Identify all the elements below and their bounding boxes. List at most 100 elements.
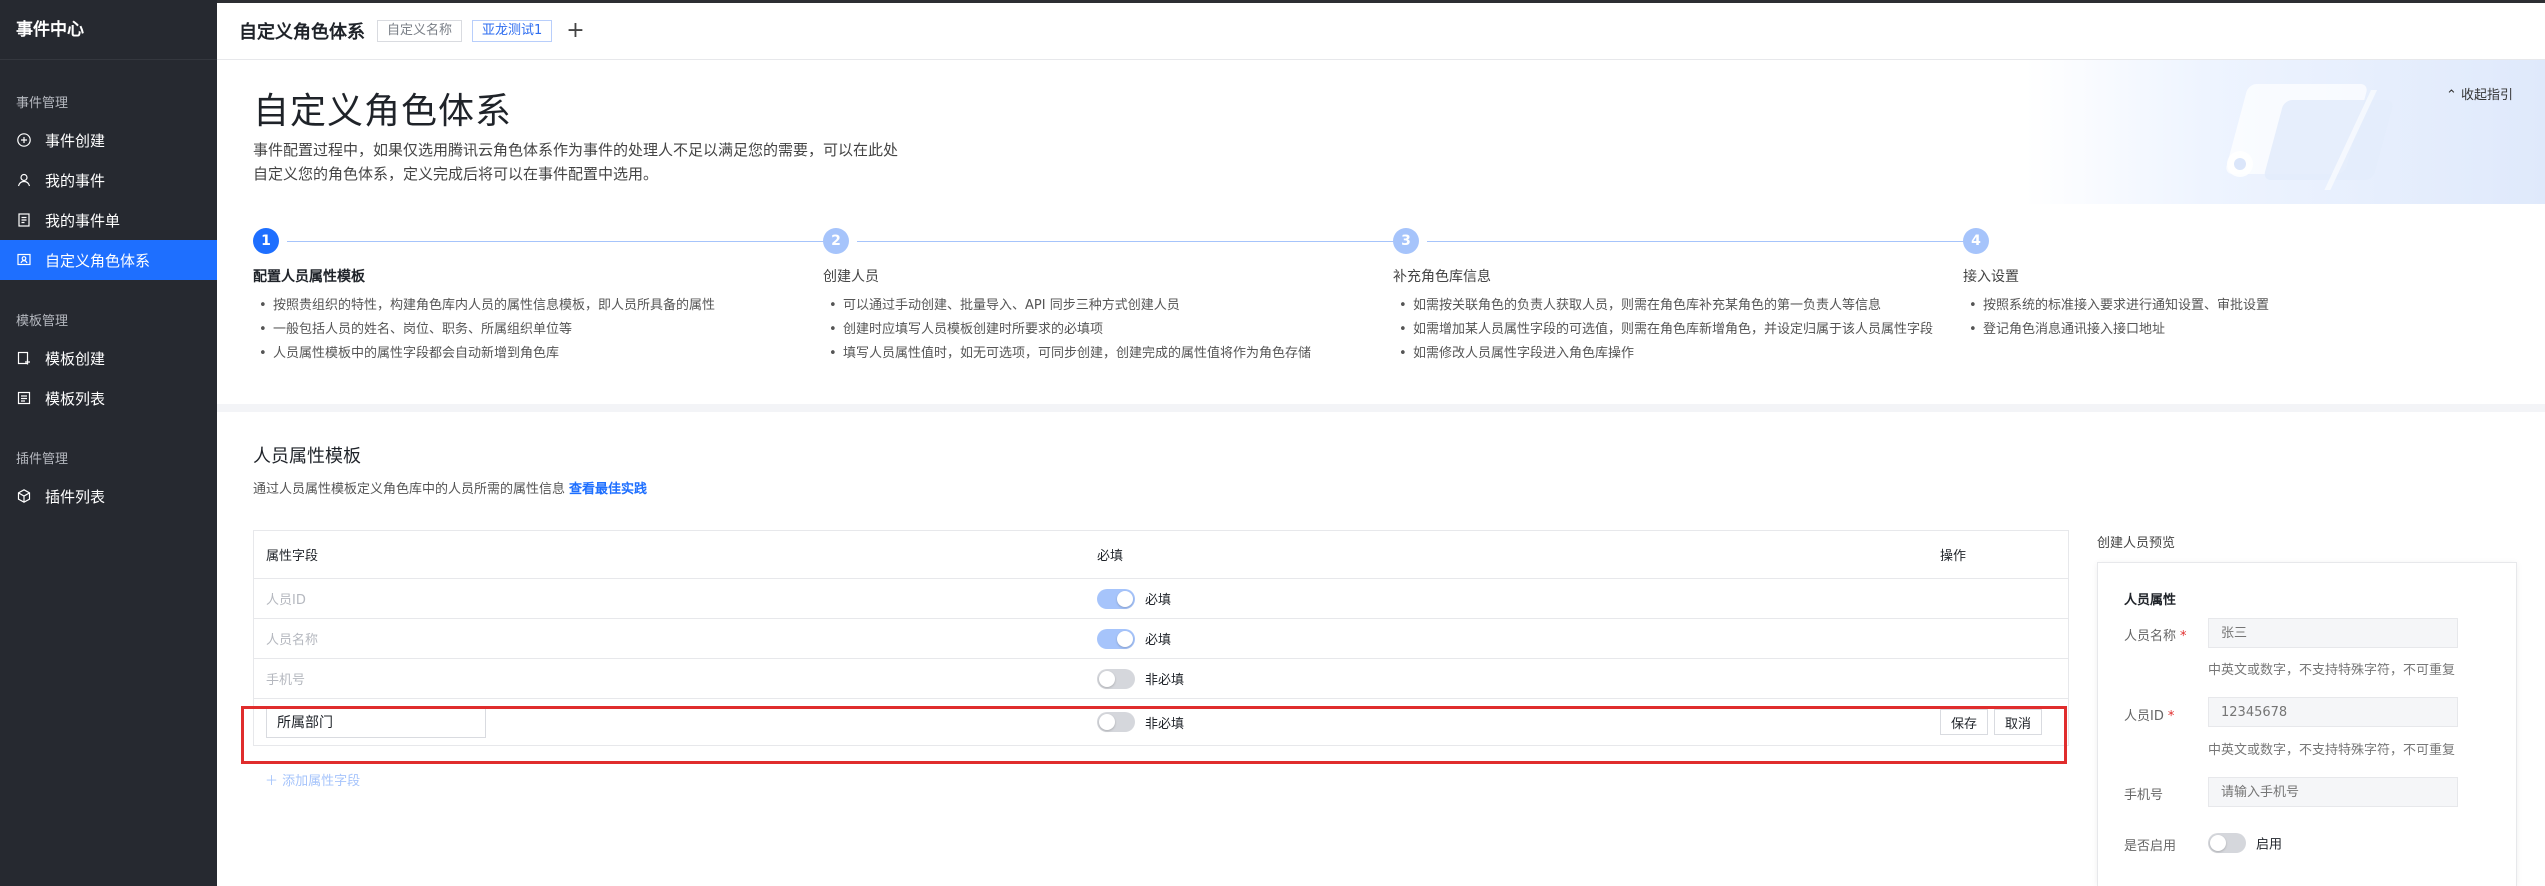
template-list-icon [16, 390, 32, 406]
required-text: 非必填 [1145, 673, 1185, 688]
create-person-preview: 人员属性 人员名称* 中英文或数字，不支持特殊字符，不可重复 人员ID* 中英文… [2097, 562, 2517, 886]
sidebar-item-my-events[interactable]: 我的事件 [0, 160, 217, 200]
add-field-label: 添加属性字段 [282, 774, 361, 789]
sidebar-group-plugin: 插件管理 [16, 452, 69, 467]
step-connector [1427, 241, 1967, 242]
field-name: 人员ID [266, 593, 306, 608]
header-action: 操作 [1940, 549, 1967, 564]
collapse-guide-button[interactable]: ⌃ 收起指引 [2446, 84, 2513, 103]
plugin-icon [16, 488, 32, 504]
step-point: 如需按关联角色的负责人获取人员，则需在角色库补充某角色的第一负责人等信息 [1393, 294, 1953, 318]
sidebar-item-label: 自定义角色体系 [45, 251, 151, 270]
preview-field-label: 人员ID * [2124, 709, 2175, 724]
sidebar-item-label: 模板列表 [45, 389, 106, 408]
topbar: 自定义角色体系 自定义名称 亚龙测试1 + [217, 0, 2545, 60]
page-title: 自定义角色体系 [239, 22, 365, 43]
chevron-up-icon: ⌃ [2445, 88, 2457, 103]
sidebar-item-label: 事件创建 [45, 131, 106, 150]
sidebar-item-event-create[interactable]: 事件创建 [0, 120, 217, 160]
hero-description: 事件配置过程中，如果仅选用腾讯云角色体系作为事件的处理人不足以满足您的需要，可以… [253, 141, 899, 183]
enabled-toggle-label: 启用 [2256, 837, 2283, 853]
step-point: 按照系统的标准接入要求进行通知设置、审批设置 [1963, 294, 2523, 318]
preview-id-input[interactable] [2208, 697, 2458, 727]
preview-name-input[interactable] [2208, 618, 2458, 648]
sidebar-item-custom-role-system[interactable]: 自定义角色体系 [0, 240, 217, 280]
sidebar-group-template: 模板管理 [16, 314, 69, 329]
required-text: 必填 [1145, 633, 1172, 648]
step-number: 2 [823, 228, 849, 254]
header-field: 属性字段 [266, 549, 319, 564]
sidebar-item-my-tickets[interactable]: 我的事件单 [0, 200, 217, 240]
step-connector [287, 241, 827, 242]
step-connector [857, 241, 1397, 242]
header-required: 必填 [1097, 549, 1124, 564]
add-tab-icon[interactable]: + [566, 20, 584, 42]
template-add-icon [16, 350, 32, 366]
step-point: 按照贵组织的特性，构建角色库内人员的属性信息模板，即人员所具备的属性 [253, 294, 813, 318]
section-description-text: 通过人员属性模板定义角色库中的人员所需的属性信息 [253, 482, 566, 497]
table-row: 人员名称 必填 [254, 619, 2068, 659]
preview-phone-input[interactable] [2208, 777, 2458, 807]
user-tag[interactable]: 亚龙测试1 [472, 20, 553, 42]
step-name: 补充角色库信息 [1393, 269, 1491, 285]
best-practice-link[interactable]: 查看最佳实践 [569, 482, 647, 497]
app-brand: 事件中心 [0, 0, 217, 60]
preview-section-title: 创建人员预览 [2097, 536, 2176, 551]
step-point: 如需修改人员属性字段进入角色库操作 [1393, 342, 1953, 366]
step-point: 如需增加某人员属性字段的可选值，则需在角色库新增角色，并设定归属于该人员属性字段 [1393, 318, 1953, 342]
step-number: 1 [253, 228, 279, 254]
table-header-row: 属性字段 必填 操作 [254, 531, 2068, 579]
step-point: 人员属性模板中的属性字段都会自动新增到角色库 [253, 342, 813, 366]
table-row: 人员ID 必填 [254, 579, 2068, 619]
step-3: 3 补充角色库信息 如需按关联角色的负责人获取人员，则需在角色库补充某角色的第一… [1393, 228, 1967, 366]
preview-field-hint: 中英文或数字，不支持特殊字符，不可重复 [2208, 663, 2456, 678]
user-icon [16, 172, 32, 188]
guide-steps: 1 配置人员属性模板 按照贵组织的特性，构建角色库内人员的属性信息模板，即人员所… [217, 204, 2545, 404]
section-description: 通过人员属性模板定义角色库中的人员所需的属性信息 查看最佳实践 [253, 478, 647, 497]
attribute-template-section: 人员属性模板 通过人员属性模板定义角色库中的人员所需的属性信息 查看最佳实践 属性… [217, 412, 2545, 886]
sidebar-item-label: 插件列表 [45, 487, 106, 506]
step-name: 创建人员 [823, 269, 879, 285]
step-1: 1 配置人员属性模板 按照贵组织的特性，构建角色库内人员的属性信息模板，即人员所… [253, 228, 827, 366]
step-2: 2 创建人员 可以通过手动创建、批量导入、API 同步三种方式创建人员 创建时应… [823, 228, 1397, 366]
sidebar-item-plugin-list[interactable]: 插件列表 [0, 476, 217, 516]
required-text: 必填 [1145, 593, 1172, 608]
plus-icon: ＋ [265, 774, 279, 789]
plus-circle-icon [16, 132, 32, 148]
step-point: 一般包括人员的姓名、岗位、职务、所属组织单位等 [253, 318, 813, 342]
collapse-guide-label: 收起指引 [2460, 88, 2513, 103]
hero-illustration [2025, 60, 2545, 204]
preview-field-label: 手机号 [2124, 788, 2164, 803]
document-icon [16, 212, 32, 228]
required-toggle[interactable] [1097, 668, 1135, 689]
sidebar-item-label: 我的事件单 [45, 211, 121, 230]
step-number: 4 [1963, 228, 1989, 254]
hero-title: 自定义角色体系 [253, 91, 513, 132]
sidebar-item-label: 模板创建 [45, 349, 106, 368]
field-name: 人员名称 [266, 633, 319, 648]
step-number: 3 [1393, 228, 1419, 254]
guide-hero: 自定义角色体系 事件配置过程中，如果仅选用腾讯云角色体系作为事件的处理人不足以满… [217, 60, 2545, 204]
field-name: 手机号 [266, 673, 306, 688]
step-point: 创建时应填写人员模板创建时所要求的必填项 [823, 318, 1383, 342]
sidebar: 事件中心 事件管理 事件创建 我的事件 我的事件单 自定义角色体系 模板管理 模… [0, 0, 217, 886]
add-field-button[interactable]: ＋ 添加属性字段 [265, 770, 360, 789]
preview-card-title: 人员属性 [2124, 593, 2177, 608]
editing-row-highlight [241, 706, 2067, 764]
sidebar-item-template-list[interactable]: 模板列表 [0, 378, 217, 418]
sidebar-item-label: 我的事件 [45, 171, 106, 190]
sidebar-group-event: 事件管理 [16, 96, 69, 111]
section-title: 人员属性模板 [253, 446, 361, 467]
preview-field-label: 人员名称 * [2124, 629, 2187, 644]
enabled-toggle[interactable] [2208, 833, 2246, 853]
required-toggle[interactable] [1097, 588, 1135, 609]
preview-enabled-label: 是否启用 [2124, 839, 2177, 854]
step-name: 配置人员属性模板 [253, 269, 365, 285]
role-system-icon [16, 252, 32, 268]
required-toggle[interactable] [1097, 628, 1135, 649]
table-row: 手机号 非必填 [254, 659, 2068, 699]
custom-name-tag[interactable]: 自定义名称 [377, 20, 463, 42]
preview-field-hint: 中英文或数字，不支持特殊字符，不可重复 [2208, 743, 2456, 758]
step-point: 可以通过手动创建、批量导入、API 同步三种方式创建人员 [823, 294, 1383, 318]
sidebar-item-template-create[interactable]: 模板创建 [0, 338, 217, 378]
